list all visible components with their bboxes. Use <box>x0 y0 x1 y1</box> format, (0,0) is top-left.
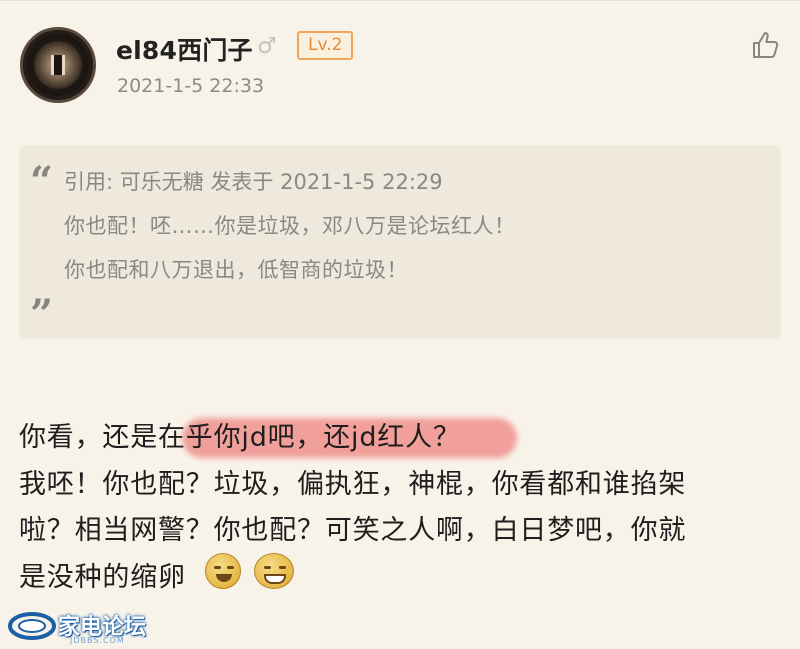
laugh-emoji-icon <box>205 553 241 589</box>
emoji-mouth <box>264 574 286 584</box>
quote-open-icon: “ <box>30 158 54 205</box>
emoji-eye <box>279 566 286 569</box>
emoji-eye <box>214 566 221 569</box>
quote-line: 你也配！呸……你是垃圾，邓八万是论坛红人！ <box>64 214 516 238</box>
avatar-emblem <box>34 41 82 89</box>
thumbs-up-icon[interactable] <box>751 30 781 60</box>
emoji-eye <box>264 566 271 569</box>
username[interactable]: el84西门子 <box>116 31 253 67</box>
post-body-line: 你看，还是在乎你jd吧，还jd红人？ <box>19 422 461 453</box>
top-divider <box>0 0 800 1</box>
quote-header: 引用: 可乐无糖 发表于 2021-1-5 22:29 <box>64 170 443 194</box>
post-timestamp: 2021-1-5 22:33 <box>117 75 265 97</box>
emoji-eye <box>227 566 234 569</box>
emoji-mouth <box>216 574 232 582</box>
quote-close-icon: ” <box>30 291 54 338</box>
level-badge: Lv.2 <box>297 31 354 60</box>
post-body-line: 是没种的缩卵 <box>19 562 186 593</box>
grin-emoji-icon <box>254 553 294 589</box>
post-body-line: 我呸！你也配？垃圾，偏执狂，神棍，你看都和谁掐架 <box>19 469 687 500</box>
avatar[interactable] <box>20 27 96 103</box>
quote-line: 你也配和八万退出，低智商的垃圾！ <box>64 258 408 282</box>
male-gender-icon: ♂ <box>257 34 277 59</box>
site-logo-icon <box>8 612 56 640</box>
post-body-line: 啦？相当网警？你也配？可笑之人啊，白日梦吧，你就 <box>19 515 687 546</box>
watermark-subtext: JDBBS.COM <box>70 636 125 645</box>
avatar-mark-icon <box>51 55 65 75</box>
